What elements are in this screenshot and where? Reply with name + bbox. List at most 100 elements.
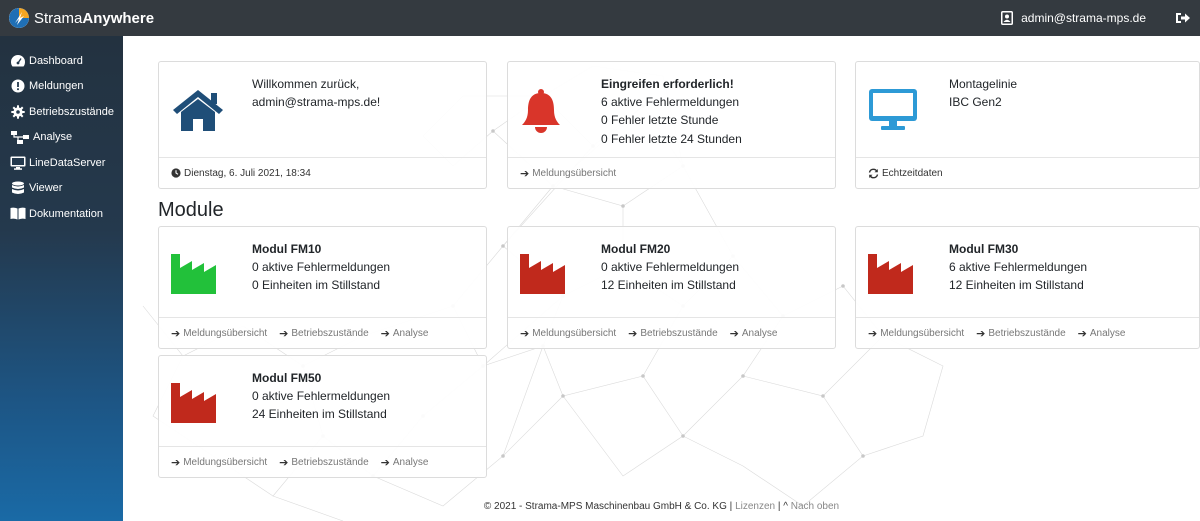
module-states-link[interactable]: ➔ Betriebszustände [279, 327, 369, 340]
brand-link[interactable]: StramaAnywhere [9, 0, 154, 36]
exclamation-circle-icon [10, 78, 26, 94]
sidebar-item-dokumentation[interactable]: Dokumentation [0, 201, 123, 227]
date-text: Dienstag, 6. Juli 2021, 18:34 [184, 167, 311, 179]
module-active-errors: 0 aktive Fehlermeldungen [252, 260, 391, 275]
refresh-icon [868, 168, 879, 178]
sidebar-item-viewer[interactable]: Viewer [0, 176, 123, 202]
alert-errors-last-24h: 0 Fehler letzte 24 Stunden [601, 131, 742, 146]
module-analysis-link[interactable]: ➔ Analyse [730, 327, 778, 340]
module-states-link[interactable]: ➔ Betriebszustände [279, 456, 369, 469]
arrow-right-icon: ➔ [868, 327, 878, 340]
brand-name: StramaAnywhere [34, 10, 154, 27]
book-icon [10, 206, 26, 222]
link-label: Betriebszustände [291, 456, 369, 468]
module-messages-link[interactable]: ➔ Meldungsübersicht [171, 456, 267, 469]
sidebar-item-label: Dashboard [29, 54, 83, 67]
line-product: IBC Gen2 [949, 95, 1002, 110]
module-messages-link[interactable]: ➔ Meldungsübersicht [171, 327, 267, 340]
arrow-right-icon: ➔ [380, 456, 390, 469]
module-analysis-link[interactable]: ➔ Analyse [381, 456, 429, 469]
link-label: Meldungsübersicht [880, 327, 965, 339]
module-analysis-link[interactable]: ➔ Analyse [1078, 327, 1126, 340]
link-label: Meldungsübersicht [532, 327, 617, 339]
arrow-right-icon: ➔ [1077, 327, 1087, 340]
link-label: Betriebszustände [640, 327, 718, 339]
brand-name-bold: Anywhere [82, 9, 155, 27]
link-label: Betriebszustände [291, 327, 369, 339]
module-name: Modul FM30 [949, 242, 1019, 256]
module-messages-link[interactable]: ➔ Meldungsübersicht [520, 327, 616, 340]
dashboard-icon [10, 53, 26, 69]
sidebar-item-meldungen[interactable]: Meldungen [0, 74, 123, 100]
modules-heading: Module [158, 199, 224, 221]
link-label: Echtzeitdaten [882, 167, 943, 179]
module-states-link[interactable]: ➔ Betriebszustände [628, 327, 718, 340]
module-card-fm50: Modul FM50 0 aktive Fehlermeldungen 24 E… [158, 355, 487, 478]
module-states-link[interactable]: ➔ Betriebszustände [976, 327, 1066, 340]
module-card-fm10: Modul FM10 0 aktive Fehlermeldungen 0 Ei… [158, 226, 487, 349]
alert-card: Eingreifen erforderlich! 6 aktive Fehler… [507, 61, 836, 189]
link-label: Analyse [392, 456, 429, 468]
arrow-right-icon: ➔ [380, 327, 390, 340]
module-name: Modul FM50 [252, 371, 322, 385]
sidebar-item-linedataserver[interactable]: LineDataServer [0, 150, 123, 176]
brand-name-regular: Strama [34, 9, 83, 27]
main-content: Willkommen zurück, admin@strama-mps.de! … [123, 36, 1200, 521]
clock-icon [171, 168, 181, 178]
realtime-data-link[interactable]: Echtzeitdaten [868, 168, 943, 179]
alert-active-errors: 6 aktive Fehlermeldungen [601, 95, 740, 110]
sidebar-item-analyse[interactable]: Analyse [0, 125, 123, 151]
back-to-top-label: Nach oben [790, 501, 840, 512]
factory-icon [868, 254, 914, 299]
alert-errors-last-hour: 0 Fehler letzte Stunde [601, 113, 719, 128]
back-to-top-link[interactable]: ^ Nach oben [783, 501, 839, 512]
welcome-line-1: Willkommen zurück, [252, 77, 360, 91]
copyright-text: © 2021 - Strama-MPS Maschinenbau GmbH & … [483, 501, 727, 512]
top-navbar: StramaAnywhere admin@strama-mps.de [0, 0, 1200, 36]
user-account-link[interactable]: admin@strama-mps.de [1001, 11, 1146, 25]
strama-logo-icon [9, 8, 29, 28]
link-label: Analyse [1089, 327, 1126, 339]
factory-icon [171, 254, 217, 299]
alert-title: Eingreifen erforderlich! [601, 77, 734, 91]
sidebar: Dashboard Meldungen Betriebszustände Ana… [0, 36, 123, 521]
arrow-right-icon: ➔ [628, 327, 638, 340]
module-active-errors: 6 aktive Fehlermeldungen [949, 260, 1088, 275]
database-icon [10, 180, 26, 196]
arrow-right-icon: ➔ [976, 327, 986, 340]
alert-messages-link[interactable]: ➔ Meldungsübersicht [520, 167, 616, 180]
arrow-right-icon: ➔ [520, 167, 530, 180]
footer-separator: | [729, 501, 733, 512]
monitor-icon [10, 155, 26, 171]
sitemap-icon [10, 129, 30, 145]
licenses-link[interactable]: Lizenzen [735, 501, 775, 512]
user-email: admin@strama-mps.de [1021, 11, 1146, 25]
sidebar-item-betriebszustaende[interactable]: Betriebszustände [0, 99, 123, 125]
sidebar-item-label: Viewer [29, 182, 63, 195]
module-name: Modul FM20 [601, 242, 671, 256]
sidebar-item-dashboard[interactable]: Dashboard [0, 48, 123, 74]
link-label: Analyse [392, 327, 429, 339]
module-name: Modul FM10 [252, 242, 322, 256]
welcome-card: Willkommen zurück, admin@strama-mps.de! … [158, 61, 487, 189]
logout-button[interactable] [1175, 11, 1191, 25]
line-name: Montagelinie [949, 77, 1018, 91]
module-analysis-link[interactable]: ➔ Analyse [381, 327, 429, 340]
factory-icon [520, 254, 566, 299]
module-active-errors: 0 aktive Fehlermeldungen [601, 260, 740, 275]
gear-icon [10, 104, 26, 120]
module-downtime: 0 Einheiten im Stillstand [252, 278, 381, 293]
module-active-errors: 0 aktive Fehlermeldungen [252, 389, 391, 404]
link-label: Meldungsübersicht [532, 167, 617, 179]
module-card-fm20: Modul FM20 0 aktive Fehlermeldungen 12 E… [507, 226, 836, 349]
sidebar-item-label: Dokumentation [29, 207, 103, 220]
module-card-fm30: Modul FM30 6 aktive Fehlermeldungen 12 E… [855, 226, 1200, 349]
bell-icon [520, 88, 562, 139]
module-messages-link[interactable]: ➔ Meldungsübersicht [868, 327, 964, 340]
current-date: Dienstag, 6. Juli 2021, 18:34 [171, 168, 311, 179]
arrow-right-icon: ➔ [279, 456, 289, 469]
arrow-right-icon: ➔ [171, 327, 181, 340]
module-downtime: 12 Einheiten im Stillstand [949, 278, 1084, 293]
arrow-right-icon: ➔ [520, 327, 530, 340]
chevron-up-icon: ^ [783, 501, 788, 512]
